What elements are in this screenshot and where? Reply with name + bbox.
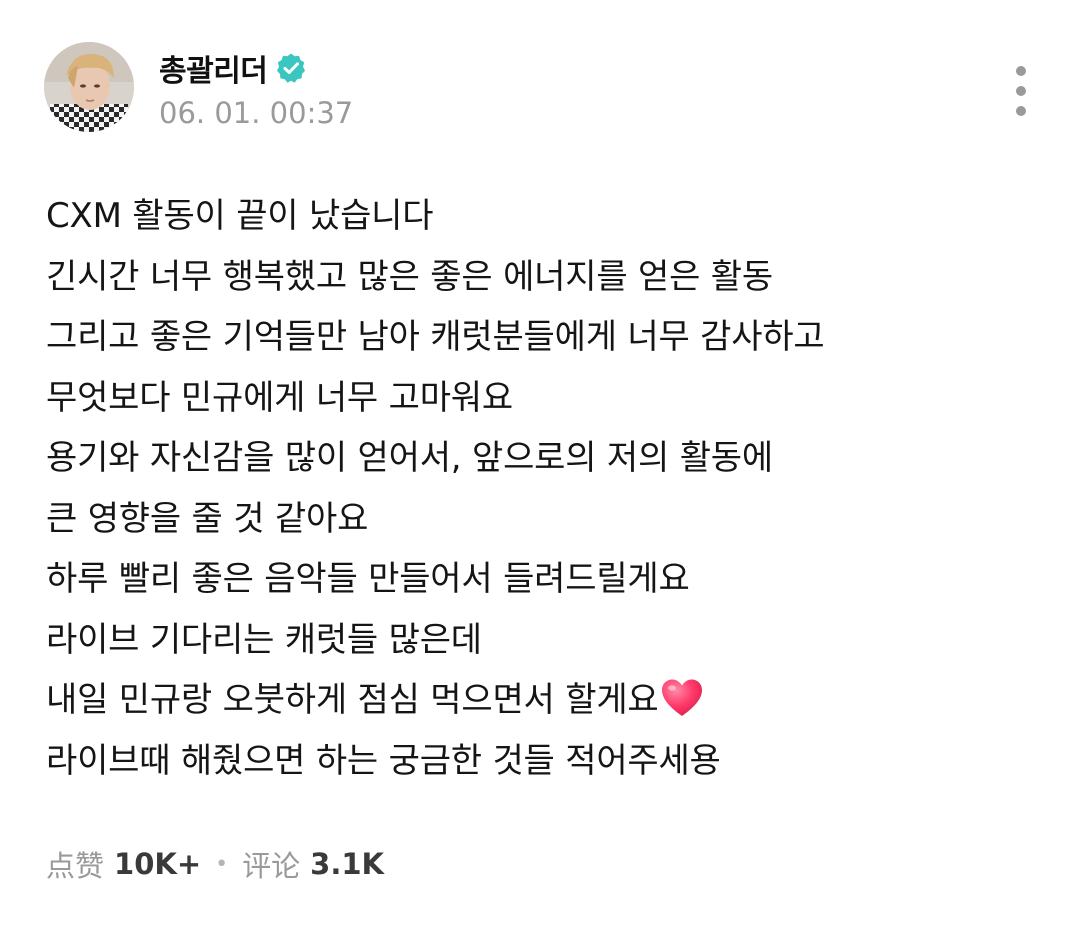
post-line: 긴시간 너무 행복했고 많은 좋은 에너지를 얻은 활동: [46, 256, 773, 297]
post-line: 무엇보다 민규에게 너무 고마워요: [46, 377, 513, 418]
post-line-text: 내일 민규랑 오붓하게 점심 먹으면서 할게요: [46, 680, 659, 720]
more-options-dot: [1016, 106, 1026, 116]
likes-count: 10K+: [114, 847, 202, 881]
more-options-icon[interactable]: [1006, 66, 1036, 116]
post-line: 하루 빨리 좋은 음악들 만들어서 들려드릴게요: [46, 559, 690, 599]
avatar[interactable]: [44, 42, 134, 132]
likes-label[interactable]: 点赞: [46, 843, 104, 885]
more-options-dot: [1016, 86, 1026, 96]
post-line-with-emoji: 내일 민규랑 오붓하게 점심 먹으면서 할게요: [46, 670, 1046, 731]
post-line: 라이브 기다리는 캐럿들 많은데: [46, 619, 482, 660]
post-body: CXM 활동이 끝이 났습니다 긴시간 너무 행복했고 많은 좋은 에너지를 얻…: [46, 186, 1046, 791]
post-header: 총괄리더 06. 01. 00:37: [44, 42, 1044, 134]
comments-label[interactable]: 评论: [242, 843, 300, 885]
post-line: 큰 영향을 줄 것 같아요: [46, 498, 369, 539]
author-row: 총괄리더: [159, 46, 307, 90]
post-line: CXM 활동이 끝이 났습니다: [46, 196, 434, 236]
more-options-dot: [1016, 66, 1026, 76]
post-line: 그리고 좋은 기억들만 남아 캐럿분들에게 너무 감사하고: [46, 317, 825, 357]
post-timestamp: 06. 01. 00:37: [159, 96, 354, 130]
avatar-image: [44, 42, 134, 132]
post-line: 라이브때 해줬으면 하는 궁금한 것들 적어주세용: [46, 740, 721, 781]
comments-count: 3.1K: [310, 847, 385, 881]
author-name[interactable]: 총괄리더: [159, 46, 268, 90]
heart-emoji: [660, 677, 704, 738]
post-stats: 点赞 10K+ • 评论 3.1K: [46, 843, 384, 885]
post-line: 용기와 자신감을 많이 얻어서, 앞으로의 저의 활동에: [46, 438, 773, 478]
verified-badge-icon: [275, 52, 307, 84]
stats-separator: •: [215, 851, 229, 877]
